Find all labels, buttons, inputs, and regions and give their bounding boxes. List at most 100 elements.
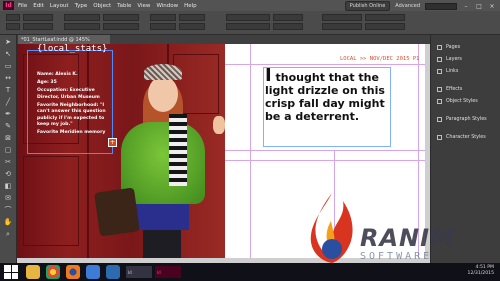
corner-field[interactable] xyxy=(273,14,303,21)
effects-field[interactable] xyxy=(226,23,270,30)
photo-legs xyxy=(143,230,181,258)
note-tool-icon[interactable]: ✉ xyxy=(3,194,14,203)
indesign-logo-icon: Id xyxy=(3,1,14,10)
minimize-icon[interactable]: – xyxy=(462,3,470,10)
type-tool-icon[interactable]: T xyxy=(3,86,14,95)
object-styles-icon xyxy=(437,98,442,104)
width-field[interactable] xyxy=(23,14,53,21)
margin-guide xyxy=(225,160,425,161)
overset-text-icon[interactable]: + xyxy=(108,138,117,147)
scale-y-field[interactable] xyxy=(64,23,100,30)
menu-edit[interactable]: Edit xyxy=(33,3,44,9)
taskbar-indesign-tab[interactable]: Id xyxy=(155,266,181,278)
maximize-icon[interactable]: □ xyxy=(475,3,483,10)
stats-memory: Favorite Meridien memory xyxy=(37,130,106,136)
direct-selection-icon[interactable]: ↖ xyxy=(3,50,14,59)
pen-tool-icon[interactable]: ✒ xyxy=(3,110,14,119)
pages-icon xyxy=(437,44,442,50)
stroke-swatch[interactable] xyxy=(150,23,176,30)
photo-scarf xyxy=(169,114,187,186)
panel-pages[interactable]: Pages xyxy=(431,41,500,53)
columns-field[interactable] xyxy=(365,14,405,21)
menu-help[interactable]: Help xyxy=(184,3,197,9)
stats-name: Name: Alexis K. xyxy=(37,72,78,77)
panel-object-styles[interactable]: Object Styles xyxy=(431,95,500,107)
search-input[interactable] xyxy=(425,2,457,10)
menu-file[interactable]: File xyxy=(18,3,27,9)
panel-paragraph-styles[interactable]: Paragraph Styles xyxy=(431,113,500,125)
y-field[interactable] xyxy=(6,23,20,30)
stroke-type-field[interactable] xyxy=(179,23,205,30)
menu-window[interactable]: Window xyxy=(156,3,178,9)
scissors-tool-icon[interactable]: ✂ xyxy=(3,158,14,167)
system-clock[interactable]: 4:51 PM 12/31/2015 xyxy=(468,265,494,277)
stats-body[interactable]: Name: Alexis K. Age: 35 Occupation: Exec… xyxy=(37,72,111,139)
zoom-tool-icon[interactable]: ⌕ xyxy=(3,230,14,239)
publish-online-button[interactable]: Publish Online xyxy=(344,1,391,11)
menu-layout[interactable]: Layout xyxy=(50,3,69,9)
gap-tool-icon[interactable]: ↔ xyxy=(3,74,14,83)
pull-quote[interactable]: I thought that the light drizzle on this… xyxy=(265,67,393,124)
windows-start-icon[interactable] xyxy=(4,265,18,279)
file-explorer-icon[interactable] xyxy=(26,265,40,279)
fill-swatch[interactable] xyxy=(150,14,176,21)
pencil-tool-icon[interactable]: ✎ xyxy=(3,122,14,131)
panel-character-styles-label: Character Styles xyxy=(446,134,486,140)
layers-icon xyxy=(437,56,442,62)
rotation-field[interactable] xyxy=(103,14,139,21)
shear-field[interactable] xyxy=(103,23,139,30)
clock-date: 12/31/2015 xyxy=(467,271,494,276)
transform-tool-icon[interactable]: ⟲ xyxy=(3,170,14,179)
scale-x-field[interactable] xyxy=(64,14,100,21)
photo-bag xyxy=(94,187,140,237)
panel-effects[interactable]: Effects xyxy=(431,83,500,95)
stroke-fields xyxy=(150,14,205,32)
menu-items: File Edit Layout Type Object Table View … xyxy=(18,3,197,9)
x-field[interactable] xyxy=(6,14,20,21)
menu-table[interactable]: Table xyxy=(117,3,131,9)
screen: Id File Edit Layout Type Object Table Vi… xyxy=(0,0,500,281)
eyedropper-tool-icon[interactable]: ⌒ xyxy=(3,206,14,215)
document-tab[interactable]: *01_StartLeaf.indd @ 145% xyxy=(18,35,110,44)
paragraph-styles-icon xyxy=(437,116,442,122)
gutter-field[interactable] xyxy=(322,23,362,30)
menu-bar: Id File Edit Layout Type Object Table Vi… xyxy=(0,0,500,11)
workspace-switcher[interactable]: Advanced xyxy=(395,3,420,9)
app-icon[interactable] xyxy=(106,265,120,279)
effects-fields xyxy=(226,14,303,32)
menu-type[interactable]: Type xyxy=(75,3,88,9)
page-tool-icon[interactable]: ▭ xyxy=(3,62,14,71)
panel-layers[interactable]: Layers xyxy=(431,53,500,65)
panel-object-styles-label: Object Styles xyxy=(446,98,478,104)
panel-character-styles[interactable]: Character Styles xyxy=(431,131,500,143)
stroke-weight-field[interactable] xyxy=(179,14,205,21)
app-icon[interactable] xyxy=(86,265,100,279)
chrome-icon[interactable] xyxy=(46,265,60,279)
close-icon[interactable]: × xyxy=(488,3,496,10)
line-tool-icon[interactable]: ╱ xyxy=(3,98,14,107)
opacity-field[interactable] xyxy=(226,14,270,21)
reference-point xyxy=(6,14,53,32)
firefox-icon[interactable] xyxy=(66,265,80,279)
watermark-brand: RANIM xyxy=(360,224,455,252)
photo-hat xyxy=(144,64,182,80)
links-icon xyxy=(437,68,442,74)
menu-view[interactable]: View xyxy=(137,3,150,9)
menu-object[interactable]: Object xyxy=(93,3,111,9)
wrap-field[interactable] xyxy=(273,23,303,30)
fitting-field[interactable] xyxy=(322,14,362,21)
selection-tool-icon[interactable]: ➤ xyxy=(3,38,14,47)
frame-tool-icon[interactable]: ⊠ xyxy=(3,134,14,143)
taskbar-indesign-tab[interactable]: Id xyxy=(126,266,152,278)
margin-guide xyxy=(225,150,425,151)
gradient-tool-icon[interactable]: ◧ xyxy=(3,182,14,191)
height-field[interactable] xyxy=(23,23,53,30)
panel-links-label: Links xyxy=(446,68,459,74)
rectangle-tool-icon[interactable]: ▢ xyxy=(3,146,14,155)
panel-links[interactable]: Links xyxy=(431,65,500,77)
hand-tool-icon[interactable]: ✋ xyxy=(3,218,14,227)
stats-neighborhood: Favorite Neighborhood: "I can't answer t… xyxy=(37,103,106,128)
panel-pages-label: Pages xyxy=(446,44,461,50)
align-field[interactable] xyxy=(365,23,405,30)
flame-logo-icon xyxy=(310,193,353,263)
